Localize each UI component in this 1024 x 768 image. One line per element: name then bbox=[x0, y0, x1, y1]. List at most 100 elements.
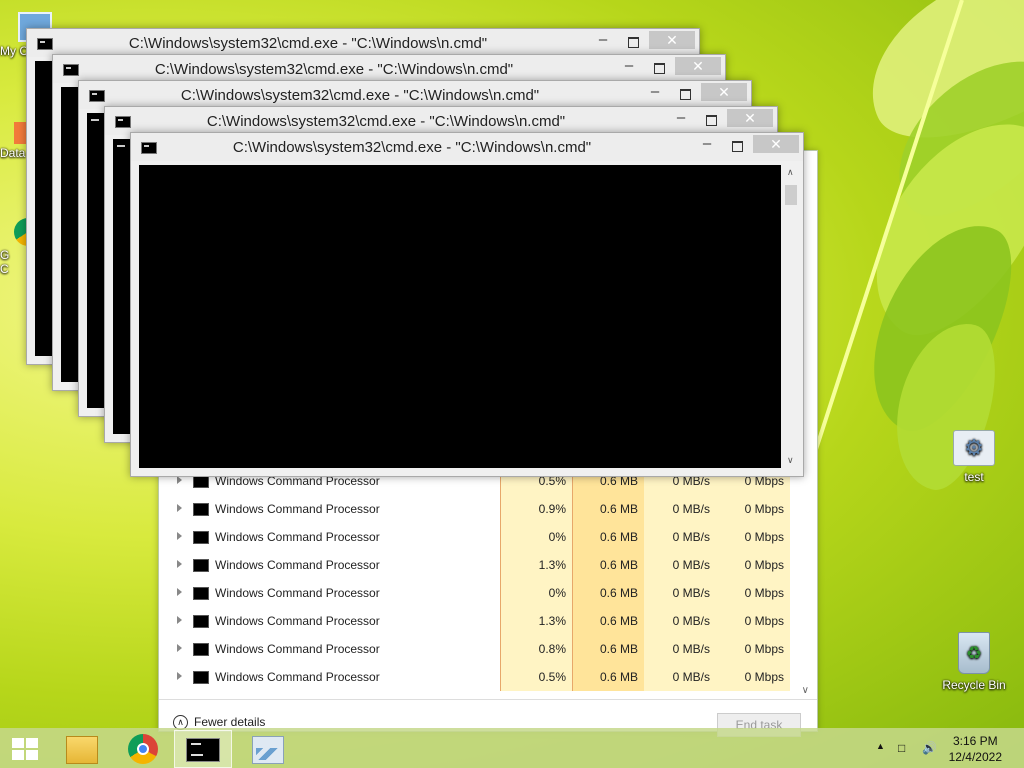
maximize-button[interactable] bbox=[706, 115, 717, 126]
minimize-button[interactable]: – bbox=[619, 57, 639, 74]
chevron-down-icon[interactable]: ∨ bbox=[787, 455, 794, 466]
process-row[interactable]: Windows Command Processor 1.3% 0.6 MB 0 MB/… bbox=[165, 551, 790, 579]
console-cursor bbox=[117, 145, 125, 147]
close-button[interactable]: ✕ bbox=[649, 31, 695, 49]
cpu-cell: 1.3% bbox=[500, 551, 572, 579]
expand-caret-icon[interactable] bbox=[177, 504, 182, 512]
cpu-cell: 1.3% bbox=[500, 607, 572, 635]
desktop-icon-recycle-bin[interactable]: ♻ Recycle Bin bbox=[940, 632, 1008, 692]
close-button[interactable]: ✕ bbox=[727, 109, 773, 127]
network-cell: 0 Mbps bbox=[716, 551, 790, 579]
cmd-process-icon bbox=[193, 587, 209, 600]
recycle-bin-icon: ♻ bbox=[958, 632, 990, 674]
settings-gear-icon: ⚙ bbox=[953, 430, 995, 466]
memory-cell: 0.6 MB bbox=[572, 635, 644, 663]
cmd-window-title: C:\Windows\system32\cmd.exe - "C:\Window… bbox=[180, 87, 540, 104]
network-cell: 0 Mbps bbox=[716, 579, 790, 607]
start-button[interactable] bbox=[0, 730, 54, 766]
taskbar-chrome[interactable] bbox=[116, 730, 170, 766]
disk-cell: 0 MB/s bbox=[644, 523, 716, 551]
network-cell: 0 Mbps bbox=[716, 495, 790, 523]
memory-cell: 0.6 MB bbox=[572, 523, 644, 551]
expand-caret-icon[interactable] bbox=[177, 644, 182, 652]
process-row[interactable]: Windows Command Processor 0% 0.6 MB 0 MB/s 0… bbox=[165, 523, 790, 551]
expand-caret-icon[interactable] bbox=[177, 616, 182, 624]
cmd-title-bar[interactable]: C:\Windows\system32\cmd.exe - "C:\Window… bbox=[131, 133, 803, 161]
maximize-button[interactable] bbox=[628, 37, 639, 48]
maximize-button[interactable] bbox=[654, 63, 665, 74]
volume-icon[interactable]: 🔊 bbox=[922, 741, 937, 755]
cmd-title-bar[interactable]: C:\Windows\system32\cmd.exe - "C:\Window… bbox=[79, 81, 751, 109]
clock[interactable]: 3:16 PM 12/4/2022 bbox=[949, 733, 1002, 765]
cmd-process-icon bbox=[193, 615, 209, 628]
cmd-title-bar[interactable]: C:\Windows\system32\cmd.exe - "C:\Window… bbox=[27, 29, 699, 57]
cpu-cell: 0.9% bbox=[500, 495, 572, 523]
process-row[interactable]: Windows Command Processor 0% 0.6 MB 0 MB/s 0… bbox=[165, 579, 790, 607]
show-hidden-icons-icon[interactable]: ▲ bbox=[876, 741, 885, 751]
network-cell: 0 Mbps bbox=[716, 607, 790, 635]
cpu-cell: 0.5% bbox=[500, 663, 572, 691]
cmd-process-icon bbox=[193, 671, 209, 684]
expand-caret-icon[interactable] bbox=[177, 532, 182, 540]
close-button[interactable]: ✕ bbox=[753, 135, 799, 153]
taskbar-cmd[interactable] bbox=[174, 730, 232, 768]
process-row[interactable]: Windows Command Processor 1.3% 0.6 MB 0 MB/… bbox=[165, 607, 790, 635]
network-cell: 0 Mbps bbox=[716, 523, 790, 551]
console-cursor bbox=[91, 119, 99, 121]
process-name: Windows Command Processor bbox=[215, 670, 380, 684]
cpu-cell: 0% bbox=[500, 579, 572, 607]
minimize-button[interactable]: – bbox=[671, 109, 691, 126]
scrollbar-thumb[interactable] bbox=[785, 185, 797, 205]
minimize-button[interactable]: – bbox=[593, 31, 613, 48]
expand-caret-icon[interactable] bbox=[177, 672, 182, 680]
desktop-icon-test[interactable]: ⚙ test bbox=[944, 430, 1004, 484]
memory-cell: 0.6 MB bbox=[572, 495, 644, 523]
console-scrollbar[interactable]: ∧ ∨ bbox=[783, 165, 799, 468]
cmd-title-bar[interactable]: C:\Windows\system32\cmd.exe - "C:\Window… bbox=[53, 55, 725, 83]
cpu-cell: 0.8% bbox=[500, 635, 572, 663]
cmd-window-title: C:\Windows\system32\cmd.exe - "C:\Window… bbox=[206, 113, 566, 130]
cmd-process-icon bbox=[193, 531, 209, 544]
process-row[interactable]: Windows Command Processor 0.9% 0.6 MB 0 MB/… bbox=[165, 495, 790, 523]
windows-start-icon bbox=[12, 738, 38, 760]
maximize-button[interactable] bbox=[732, 141, 743, 152]
task-manager-icon bbox=[252, 736, 284, 764]
clock-time: 3:16 PM bbox=[952, 734, 998, 748]
maximize-button[interactable] bbox=[680, 89, 691, 100]
close-button[interactable]: ✕ bbox=[701, 83, 747, 101]
cmd-process-icon bbox=[193, 559, 209, 572]
cmd-window[interactable]: C:\Windows\system32\cmd.exe - "C:\Window… bbox=[130, 132, 804, 477]
process-row[interactable]: Windows Command Processor 0.8% 0.6 MB 0 MB/… bbox=[165, 635, 790, 663]
cmd-title-bar[interactable]: C:\Windows\system32\cmd.exe - "C:\Window… bbox=[105, 107, 777, 135]
process-name: Windows Command Processor bbox=[215, 586, 380, 600]
taskbar-task-manager[interactable] bbox=[240, 730, 294, 766]
expand-caret-icon[interactable] bbox=[177, 476, 182, 484]
expand-caret-icon[interactable] bbox=[177, 588, 182, 596]
disk-cell: 0 MB/s bbox=[644, 663, 716, 691]
chevron-down-icon[interactable]: ∨ bbox=[802, 685, 809, 696]
disk-cell: 0 MB/s bbox=[644, 579, 716, 607]
cmd-window-title: C:\Windows\system32\cmd.exe - "C:\Window… bbox=[154, 61, 514, 78]
memory-cell: 0.6 MB bbox=[572, 579, 644, 607]
expand-caret-icon[interactable] bbox=[177, 560, 182, 568]
process-name: Windows Command Processor bbox=[215, 642, 380, 656]
file-explorer-icon bbox=[66, 736, 98, 764]
process-name: Windows Command Processor bbox=[215, 530, 380, 544]
close-button[interactable]: ✕ bbox=[675, 57, 721, 75]
disk-cell: 0 MB/s bbox=[644, 607, 716, 635]
cmd-window-title: C:\Windows\system32\cmd.exe - "C:\Window… bbox=[232, 139, 592, 156]
cmd-icon bbox=[186, 738, 220, 762]
cpu-cell: 0% bbox=[500, 523, 572, 551]
network-cell: 0 Mbps bbox=[716, 635, 790, 663]
minimize-button[interactable]: – bbox=[645, 83, 665, 100]
taskbar-file-explorer[interactable] bbox=[54, 730, 108, 766]
chevron-up-icon[interactable]: ∧ bbox=[787, 167, 794, 178]
console-output[interactable] bbox=[139, 165, 781, 468]
minimize-button[interactable]: – bbox=[697, 135, 717, 152]
process-row[interactable]: Windows Command Processor 0.5% 0.6 MB 0 MB/… bbox=[165, 663, 790, 691]
cmd-process-icon bbox=[193, 503, 209, 516]
network-icon[interactable]: □ bbox=[898, 741, 905, 755]
disk-cell: 0 MB/s bbox=[644, 495, 716, 523]
process-name: Windows Command Processor bbox=[215, 502, 380, 516]
clock-date: 12/4/2022 bbox=[948, 750, 1002, 764]
